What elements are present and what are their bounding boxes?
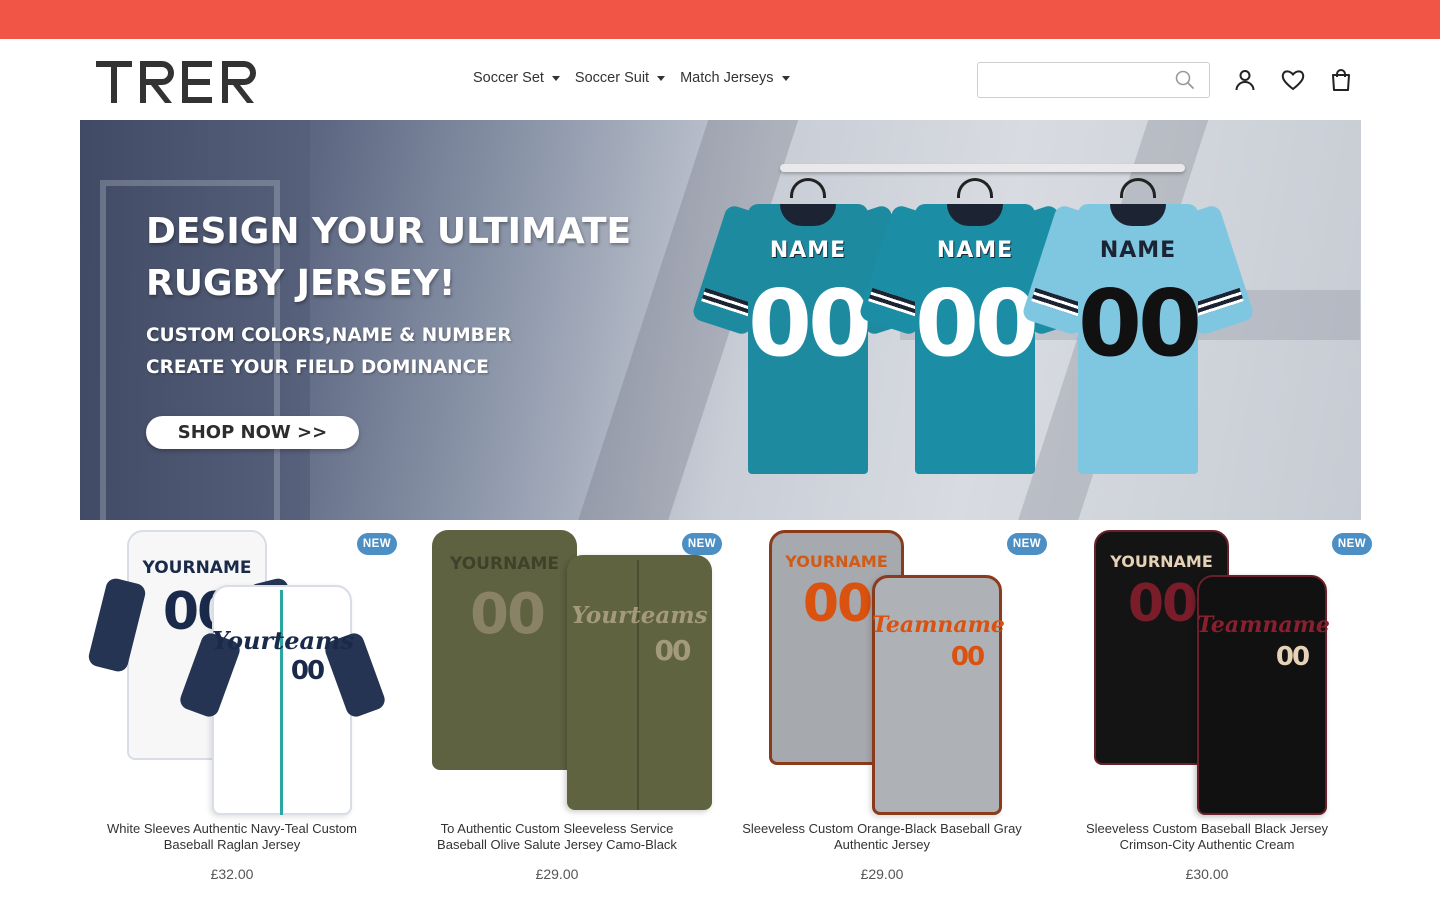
search-box	[977, 62, 1210, 98]
jersey-name: NAME	[769, 238, 847, 263]
mockup-front-number: 00	[290, 656, 325, 686]
hero-jersey: NAME 00	[690, 178, 926, 480]
mockup-front-word: Teamname	[872, 612, 1005, 638]
nav-item-label: Match Jerseys	[680, 70, 774, 86]
mockup-back-name: YOURNAME	[785, 552, 888, 571]
header-icons	[1232, 67, 1354, 93]
product-card[interactable]: YOURNAME 00 Teamname 00 NEW Sleeveless C…	[730, 520, 1055, 900]
caret-down-icon	[781, 75, 790, 81]
jersey-name: NAME	[1099, 238, 1177, 263]
new-badge: NEW	[1007, 533, 1047, 555]
hero-subtitle-line: CUSTOM COLORS,NAME & NUMBER	[146, 325, 512, 346]
product-card[interactable]: YOURNAME 00 Yourteams 00 NEW White Sleev…	[80, 520, 405, 900]
mockup-front-word: Teamname	[1197, 612, 1330, 638]
caret-down-icon	[657, 75, 666, 81]
nav-item-soccer-set[interactable]: Soccer Set	[473, 70, 560, 86]
mockup-front-word: Yourteams	[212, 626, 354, 655]
mockup-back-number: 00	[470, 582, 546, 647]
hero-banner[interactable]: NAME 00 NAME 00 NAME 00 DESIGN YOUR ULTI…	[80, 120, 1361, 520]
hero-subtitle-line: CREATE YOUR FIELD DOMINANCE	[146, 357, 489, 378]
shopping-bag-icon[interactable]	[1328, 67, 1354, 93]
nav-item-soccer-suit[interactable]: Soccer Suit	[574, 70, 666, 86]
search-input[interactable]	[978, 63, 1168, 97]
product-title[interactable]: Sleeveless Custom Orange-Black Baseball …	[742, 821, 1022, 853]
jersey-number: 00	[748, 270, 872, 377]
jersey-number: 00	[1078, 270, 1202, 377]
product-title[interactable]: Sleeveless Custom Baseball Black Jersey …	[1067, 821, 1347, 853]
jersey-number: 00	[915, 270, 1039, 377]
heart-icon[interactable]	[1280, 67, 1306, 93]
announcement-bar	[0, 0, 1440, 39]
hero-subtitle: CUSTOM COLORS,NAME & NUMBER CREATE YOUR …	[146, 320, 606, 384]
product-price: £32.00	[210, 866, 254, 882]
nav-item-label: Soccer Set	[473, 70, 544, 86]
product-price: £30.00	[1185, 866, 1229, 882]
product-card[interactable]: YOURNAME 00 Yourteams 00 NEW To Authenti…	[405, 520, 730, 900]
hero-title-line: DESIGN YOUR ULTIMATE	[146, 211, 632, 252]
new-badge: NEW	[1332, 533, 1372, 555]
mockup-back-name: YOURNAME	[1110, 552, 1213, 571]
hero-clothes-rail	[780, 164, 1185, 172]
mockup-front-number: 00	[950, 642, 985, 672]
mockup-front-number: 00	[1275, 642, 1310, 672]
new-badge: NEW	[682, 533, 722, 555]
product-grid: YOURNAME 00 Yourteams 00 NEW White Sleev…	[80, 520, 1380, 900]
mockup-front-number: 00	[654, 634, 692, 667]
product-card[interactable]: YOURNAME 00 Teamname 00 NEW Sleeveless C…	[1055, 520, 1380, 900]
product-image[interactable]: YOURNAME 00 Teamname 00	[747, 530, 1022, 815]
hanger-icon	[957, 178, 993, 198]
site-header: Soccer Set Soccer Suit Match Jerseys	[0, 39, 1440, 120]
shop-now-button[interactable]: SHOP NOW >>	[146, 416, 359, 449]
nav-item-label: Soccer Suit	[574, 70, 650, 86]
hanger-icon	[790, 178, 826, 198]
product-image[interactable]: YOURNAME 00 Yourteams 00	[422, 530, 712, 815]
caret-down-icon	[551, 75, 560, 81]
site-logo[interactable]	[96, 59, 266, 105]
product-price: £29.00	[535, 866, 579, 882]
jersey-name: NAME	[936, 238, 1014, 263]
search-icon[interactable]	[1175, 70, 1195, 90]
mockup-back-name: YOURNAME	[142, 558, 252, 578]
user-icon[interactable]	[1232, 67, 1258, 93]
product-price: £29.00	[860, 866, 904, 882]
hero-jersey: NAME 00	[1020, 178, 1256, 480]
nav-item-match-jerseys[interactable]: Match Jerseys	[680, 70, 790, 86]
new-badge: NEW	[357, 533, 397, 555]
product-image[interactable]: YOURNAME 00 Yourteams 00	[86, 530, 388, 815]
mockup-front-word: Yourteams	[571, 602, 708, 629]
main-nav: Soccer Set Soccer Suit Match Jerseys	[473, 70, 790, 86]
product-title[interactable]: White Sleeves Authentic Navy-Teal Custom…	[92, 821, 372, 853]
hero-title-line: RUGBY JERSEY!	[146, 263, 456, 304]
hero-jersey: NAME 00	[857, 178, 1093, 480]
hero-title: DESIGN YOUR ULTIMATE RUGBY JERSEY!	[146, 206, 706, 310]
product-image[interactable]: YOURNAME 00 Teamname 00	[1072, 530, 1347, 815]
mockup-back-name: YOURNAME	[450, 554, 559, 574]
product-title[interactable]: To Authentic Custom Sleeveless Service B…	[417, 821, 697, 853]
